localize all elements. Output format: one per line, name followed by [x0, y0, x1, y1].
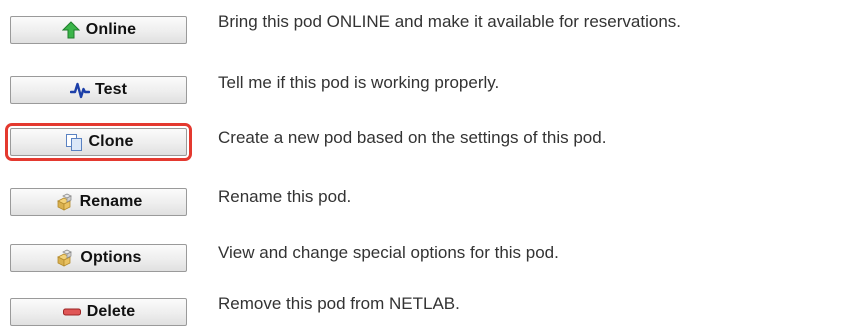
delete-button-label: Delete	[86, 303, 136, 320]
test-description: Tell me if this pod is working properly.	[218, 73, 500, 92]
options-button-label: Options	[80, 249, 142, 266]
pulse-wave-icon	[69, 80, 90, 100]
action-row-rename: Rename Rename this pod.	[0, 178, 859, 222]
rename-button-label: Rename	[79, 193, 143, 210]
online-description: Bring this pod ONLINE and make it availa…	[218, 12, 682, 31]
red-minus-bar-icon	[62, 302, 82, 322]
options-button[interactable]: Options	[10, 244, 187, 272]
cubes-icon	[55, 248, 75, 268]
pod-actions-list: Online Bring this pod ONLINE and make it…	[0, 0, 859, 329]
delete-description: Remove this pod from NETLAB.	[218, 294, 460, 313]
online-button-label: Online	[85, 21, 137, 38]
cubes-icon	[55, 192, 75, 212]
clone-button[interactable]: Clone	[5, 123, 192, 161]
green-up-arrow-icon	[61, 20, 81, 40]
copy-pages-icon	[64, 132, 84, 152]
test-button[interactable]: Test	[10, 76, 187, 104]
rename-description: Rename this pod.	[218, 187, 352, 206]
action-row-online: Online Bring this pod ONLINE and make it…	[0, 6, 859, 50]
clone-button-label: Clone	[88, 133, 134, 150]
test-button-label: Test	[94, 81, 128, 98]
rename-button[interactable]: Rename	[10, 188, 187, 216]
online-button[interactable]: Online	[10, 16, 187, 44]
action-row-test: Test Tell me if this pod is working prop…	[0, 66, 859, 110]
action-row-delete: Delete Remove this pod from NETLAB.	[0, 288, 859, 332]
delete-button[interactable]: Delete	[10, 298, 187, 326]
options-description: View and change special options for this…	[218, 243, 559, 262]
action-row-options: Options View and change special options …	[0, 234, 859, 278]
clone-description: Create a new pod based on the settings o…	[218, 128, 607, 147]
action-row-clone: Clone Create a new pod based on the sett…	[0, 118, 859, 162]
